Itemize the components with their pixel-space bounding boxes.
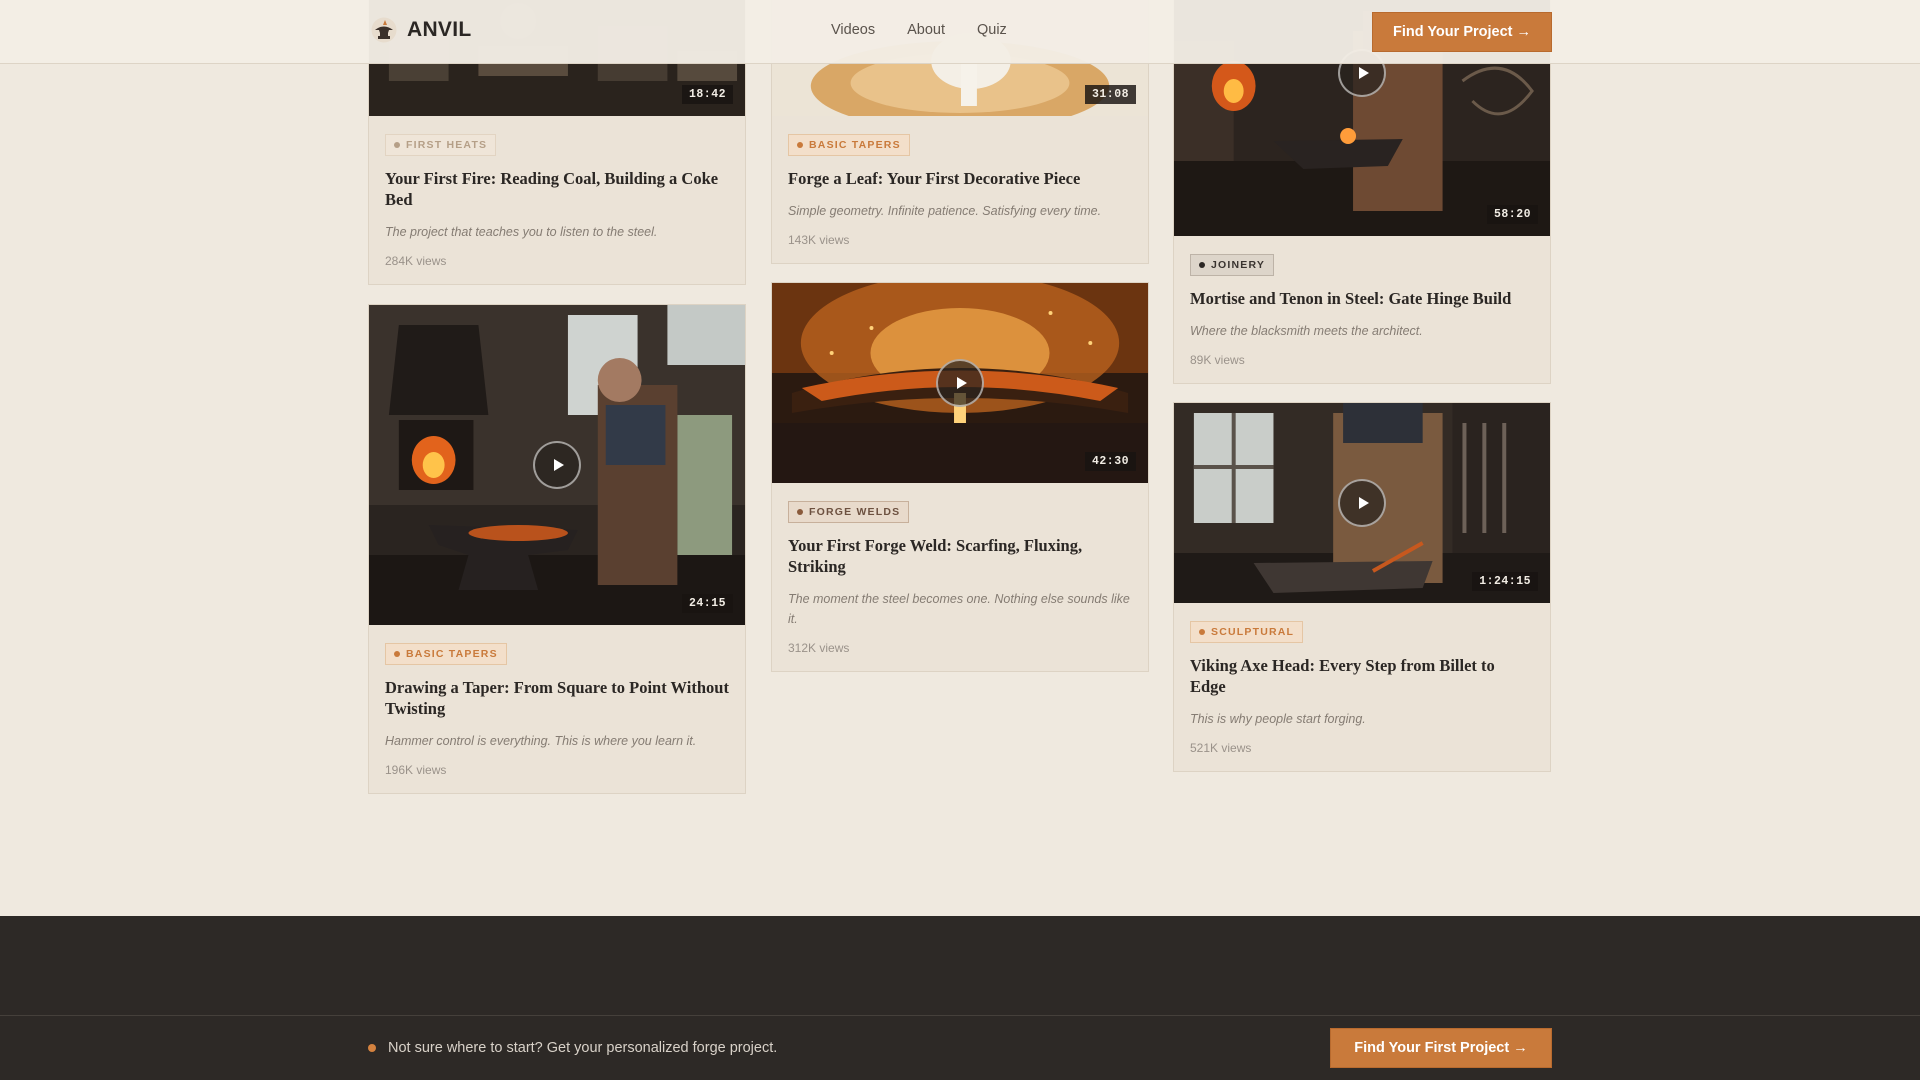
video-thumbnail[interactable]: 24:15	[369, 305, 745, 625]
video-thumbnail[interactable]: 1:24:15	[1174, 403, 1550, 603]
view-count: 521K views	[1190, 741, 1252, 755]
category-tag[interactable]: FIRST HEATS	[385, 134, 497, 156]
category-tag-label: BASIC TAPERS	[406, 648, 498, 660]
category-tag[interactable]: SCULPTURAL	[1190, 621, 1304, 643]
brand-logo[interactable]: ANVIL	[371, 17, 472, 43]
video-duration: 58:20	[1486, 205, 1538, 224]
video-description: Simple geometry. Infinite patience. Sati…	[788, 204, 1102, 218]
site-header: ANVIL Videos About Quiz Find Your Projec…	[0, 0, 1920, 64]
video-duration: 24:15	[681, 594, 733, 613]
video-duration: 18:42	[681, 85, 733, 104]
category-tag-label: FORGE WELDS	[809, 506, 901, 518]
play-button[interactable]	[936, 359, 984, 407]
video-description: Where the blacksmith meets the architect…	[1190, 324, 1423, 338]
video-duration: 31:08	[1084, 85, 1136, 104]
play-button[interactable]	[533, 441, 581, 489]
find-project-button[interactable]: Find Your Project →	[1372, 12, 1552, 52]
view-count: 284K views	[385, 254, 447, 268]
video-title[interactable]: Forge a Leaf: Your First Decorative Piec…	[788, 168, 1132, 189]
tag-dot-icon	[797, 509, 803, 515]
video-title[interactable]: Your First Fire: Reading Coal, Building …	[385, 168, 729, 210]
view-count: 143K views	[788, 233, 850, 247]
video-description: This is why people start forging.	[1190, 712, 1366, 726]
category-tag-label: JOINERY	[1211, 259, 1266, 271]
category-tag[interactable]: FORGE WELDS	[788, 501, 910, 523]
footer-cta-bar	[0, 1015, 1920, 1080]
video-title[interactable]: Mortise and Tenon in Steel: Gate Hinge B…	[1190, 288, 1534, 309]
status-dot-icon	[368, 1044, 376, 1052]
video-description: The moment the steel becomes one. Nothin…	[788, 592, 1130, 626]
video-duration: 42:30	[1084, 452, 1136, 471]
video-title[interactable]: Your First Forge Weld: Scarfing, Fluxing…	[788, 535, 1132, 577]
category-tag[interactable]: JOINERY	[1190, 254, 1275, 276]
nav-about[interactable]: About	[907, 22, 945, 38]
video-card[interactable]: 24:15 BASIC TAPERS Drawing a Taper: From…	[368, 304, 746, 794]
video-description: The project that teaches you to listen t…	[385, 225, 658, 239]
video-title[interactable]: Viking Axe Head: Every Step from Billet …	[1190, 655, 1534, 697]
find-first-project-button[interactable]: Find Your First Project →	[1330, 1028, 1552, 1068]
play-button[interactable]	[1338, 479, 1386, 527]
category-tag[interactable]: BASIC TAPERS	[385, 643, 507, 665]
tag-dot-icon	[394, 651, 400, 657]
footer-prompt: Not sure where to start? Get your person…	[388, 1040, 778, 1056]
category-tag-label: FIRST HEATS	[406, 139, 488, 151]
video-card[interactable]: 1:24:15 SCULPTURAL Viking Axe Head: Ever…	[1173, 402, 1551, 772]
tag-dot-icon	[1199, 262, 1205, 268]
view-count: 312K views	[788, 641, 850, 655]
tag-dot-icon	[797, 142, 803, 148]
view-count: 196K views	[385, 763, 447, 777]
video-thumbnail[interactable]: 42:30	[772, 283, 1148, 483]
nav-quiz[interactable]: Quiz	[977, 22, 1007, 38]
video-title[interactable]: Drawing a Taper: From Square to Point Wi…	[385, 677, 729, 719]
video-description: Hammer control is everything. This is wh…	[385, 734, 697, 748]
main-nav: Videos About Quiz	[831, 22, 1007, 38]
nav-videos[interactable]: Videos	[831, 22, 875, 38]
anvil-logo-icon	[371, 17, 397, 43]
video-card[interactable]: 42:30 FORGE WELDS Your First Forge Weld:…	[771, 282, 1149, 672]
brand-name: ANVIL	[407, 18, 472, 41]
tag-dot-icon	[394, 142, 400, 148]
category-tag-label: SCULPTURAL	[1211, 626, 1295, 638]
category-tag[interactable]: BASIC TAPERS	[788, 134, 910, 156]
view-count: 89K views	[1190, 353, 1245, 367]
category-tag-label: BASIC TAPERS	[809, 139, 901, 151]
video-duration: 1:24:15	[1472, 572, 1538, 591]
tag-dot-icon	[1199, 629, 1205, 635]
